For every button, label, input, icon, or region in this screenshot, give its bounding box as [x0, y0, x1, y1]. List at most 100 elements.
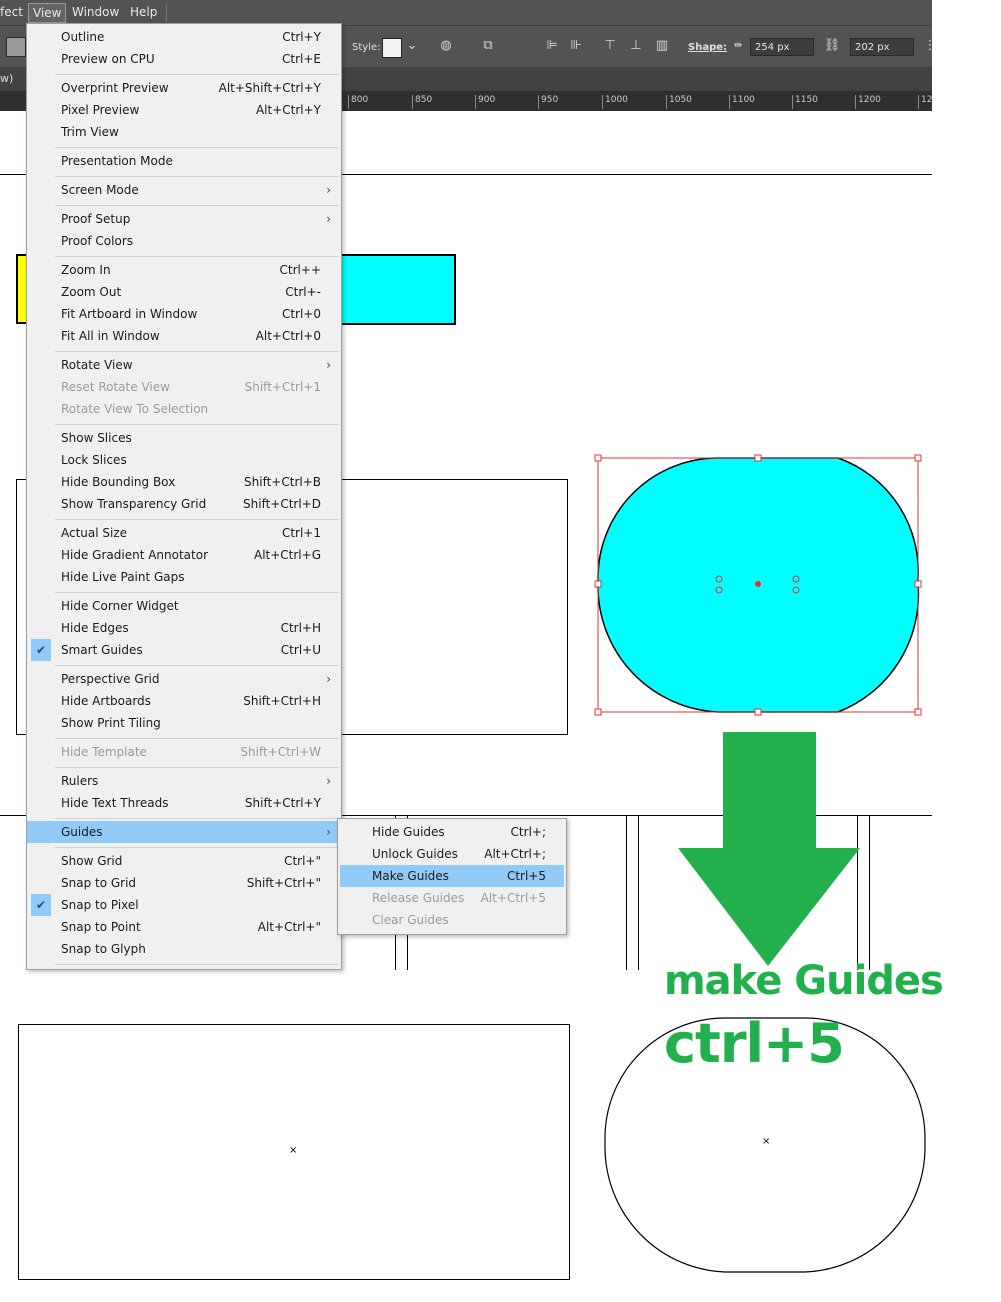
align-center-icon[interactable]: ⊪ [566, 36, 586, 56]
menu-item-snap-to-point[interactable]: Snap to Point Alt+Ctrl+" [27, 916, 341, 938]
guide-center-mark: × [289, 1145, 298, 1156]
menu-item-actual-size[interactable]: Actual Size Ctrl+1 [27, 522, 341, 544]
menu-item-label: Proof Setup [61, 212, 131, 226]
recolor-icon[interactable]: ◍ [436, 36, 456, 56]
resize-handle[interactable] [594, 708, 602, 716]
menu-item-proof-setup[interactable]: Proof Setup › [27, 208, 341, 230]
menu-item-trim-view[interactable]: Trim View [27, 121, 341, 143]
menu-item-show-transparency-grid[interactable]: Show Transparency Grid Shift+Ctrl+D [27, 493, 341, 515]
menu-separator [55, 176, 339, 177]
menu-item-zoom-in[interactable]: Zoom In Ctrl++ [27, 259, 341, 281]
menu-item-hide-gradient-annotator[interactable]: Hide Gradient Annotator Alt+Ctrl+G [27, 544, 341, 566]
resize-handle[interactable] [594, 454, 602, 462]
menu-window[interactable]: Window [72, 5, 119, 19]
menu-item-lock-slices[interactable]: Lock Slices [27, 449, 341, 471]
ruler-tick: 800 [348, 95, 368, 109]
menu-item-hide-template[interactable]: Hide Template Shift+Ctrl+W [27, 741, 341, 763]
ruler-tick: 1100 [729, 95, 755, 109]
chevron-down-icon[interactable]: ⌄ [402, 36, 422, 56]
menu-item-shortcut: Shift+Ctrl+Y [244, 796, 321, 810]
align-top-icon[interactable]: ⊤ [600, 36, 620, 56]
menu-item-hide-text-threads[interactable]: Hide Text Threads Shift+Ctrl+Y [27, 792, 341, 814]
align-left-icon[interactable]: ⊫ [542, 36, 562, 56]
menu-item-reset-rotate-view[interactable]: Reset Rotate View Shift+Ctrl+1 [27, 376, 341, 398]
artboard-line [626, 815, 627, 970]
transform-icon[interactable]: ⧉ [478, 36, 498, 56]
guide-center-mark: × [762, 1136, 771, 1147]
menu-item-presentation-mode[interactable]: Presentation Mode [27, 150, 341, 172]
menu-item-preview-on-cpu[interactable]: Preview on CPU Ctrl+E [27, 48, 341, 70]
menu-item-perspective-grid[interactable]: Perspective Grid › [27, 668, 341, 690]
menu-separator [55, 767, 339, 768]
menu-item-rotate-view[interactable]: Rotate View › [27, 354, 341, 376]
ruler-tick: 1200 [855, 95, 881, 109]
submenu-item-make-guides[interactable]: Make Guides Ctrl+5 [340, 865, 564, 887]
menu-item-label: Actual Size [61, 526, 128, 540]
menu-item-fit-all[interactable]: Fit All in Window Alt+Ctrl+0 [27, 325, 341, 347]
menu-item-outline[interactable]: Outline Ctrl+Y [27, 26, 341, 48]
menu-item-label: Zoom In [61, 263, 111, 277]
align-bottom-icon[interactable]: ▥ [652, 36, 672, 56]
menu-item-label: Lock Slices [61, 453, 127, 467]
fill-swatch[interactable] [6, 37, 26, 57]
menu-item-hide-live-paint-gaps[interactable]: Hide Live Paint Gaps [27, 566, 341, 588]
menu-item-hide-bounding-box[interactable]: Hide Bounding Box Shift+Ctrl+B [27, 471, 341, 493]
resize-handle[interactable] [754, 454, 762, 462]
submenu-item-hide-guides[interactable]: Hide Guides Ctrl+; [340, 821, 564, 843]
menu-item-label: Overprint Preview [61, 81, 169, 95]
menu-help[interactable]: Help [130, 5, 157, 19]
menu-item-fit-artboard[interactable]: Fit Artboard in Window Ctrl+0 [27, 303, 341, 325]
width-field[interactable]: 254 px [750, 38, 814, 56]
resize-handle[interactable] [914, 580, 922, 588]
submenu-item-clear-guides[interactable]: Clear Guides [340, 909, 564, 931]
menu-item-label: Hide Gradient Annotator [61, 548, 209, 562]
resize-handle[interactable] [754, 708, 762, 716]
menu-item-rulers[interactable]: Rulers › [27, 770, 341, 792]
menu-item-shortcut: Alt+Ctrl+G [253, 548, 321, 562]
menu-item-snap-to-pixel[interactable]: ✔ Snap to Pixel [27, 894, 341, 916]
menu-item-pixel-preview[interactable]: Pixel Preview Alt+Ctrl+Y [27, 99, 341, 121]
menu-item-show-grid[interactable]: Show Grid Ctrl+" [27, 850, 341, 872]
menu-separator [55, 424, 339, 425]
chevron-right-icon: › [326, 212, 331, 226]
menu-item-zoom-out[interactable]: Zoom Out Ctrl+- [27, 281, 341, 303]
document-tab-label[interactable]: w) [0, 72, 13, 85]
more-options-icon[interactable]: ⋮ [920, 36, 940, 56]
align-middle-icon[interactable]: ⊥ [626, 36, 646, 56]
menu-item-show-slices[interactable]: Show Slices [27, 427, 341, 449]
menu-item-rotate-to-selection[interactable]: Rotate View To Selection [27, 398, 341, 420]
menu-effect[interactable]: fect [0, 5, 23, 19]
resize-handle[interactable] [594, 580, 602, 588]
shape-label: Shape: [688, 42, 728, 53]
menu-item-guides[interactable]: Guides › [27, 821, 341, 843]
submenu-item-unlock-guides[interactable]: Unlock Guides Alt+Ctrl+; [340, 843, 564, 865]
menu-item-hide-corner-widget[interactable]: Hide Corner Widget [27, 595, 341, 617]
menu-item-hide-artboards[interactable]: Hide Artboards Shift+Ctrl+H [27, 690, 341, 712]
resize-handle[interactable] [914, 454, 922, 462]
menu-item-overprint-preview[interactable]: Overprint Preview Alt+Shift+Ctrl+Y [27, 77, 341, 99]
selected-rounded-shape[interactable] [590, 450, 930, 722]
submenu-item-release-guides[interactable]: Release Guides Alt+Ctrl+5 [340, 887, 564, 909]
menu-item-label: Hide Edges [61, 621, 129, 635]
chevron-right-icon: › [326, 825, 331, 839]
link-constrain-icon[interactable]: ⛓ [822, 36, 842, 56]
height-field[interactable]: 202 px [850, 38, 914, 56]
menu-item-label: Hide Template [61, 745, 147, 759]
menubar-divider [166, 4, 167, 22]
menu-item-label: Pixel Preview [61, 103, 140, 117]
menu-item-label: Make Guides [372, 869, 449, 883]
menu-item-label: Zoom Out [61, 285, 122, 299]
menu-item-smart-guides[interactable]: ✔ Smart Guides Ctrl+U [27, 639, 341, 661]
menu-item-hide-edges[interactable]: Hide Edges Ctrl+H [27, 617, 341, 639]
menu-item-snap-to-grid[interactable]: Snap to Grid Shift+Ctrl+" [27, 872, 341, 894]
menu-view[interactable]: View [28, 3, 67, 23]
menu-item-snap-to-glyph[interactable]: Snap to Glyph [27, 938, 341, 960]
cyan-rectangle[interactable] [330, 254, 456, 325]
menu-item-label: Hide Text Threads [61, 796, 169, 810]
style-swatch[interactable] [382, 38, 402, 58]
resize-handle[interactable] [914, 708, 922, 716]
menu-item-show-print-tiling[interactable]: Show Print Tiling [27, 712, 341, 734]
menu-item-proof-colors[interactable]: Proof Colors [27, 230, 341, 252]
menu-separator [55, 519, 339, 520]
menu-item-screen-mode[interactable]: Screen Mode › [27, 179, 341, 201]
